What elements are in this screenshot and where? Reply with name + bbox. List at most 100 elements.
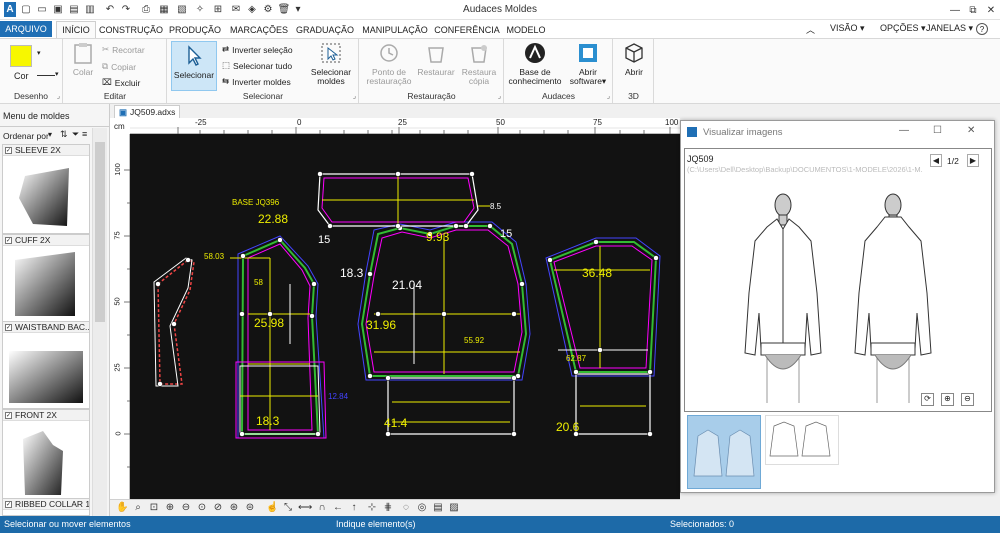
thumbnail-selected[interactable] xyxy=(687,415,761,489)
restore-point-button[interactable]: Ponto de restauração xyxy=(364,41,414,86)
layer-icon[interactable]: ▤ xyxy=(432,502,444,514)
minimize-button[interactable]: — xyxy=(946,0,964,20)
color-label: Cor xyxy=(14,71,29,81)
snap-icon[interactable]: ⊹ xyxy=(366,502,378,514)
tab-marcacoes[interactable]: MARCAÇÕES xyxy=(228,22,290,38)
zoom-selected-icon[interactable]: ⊛ xyxy=(228,502,240,514)
mold-checkbox[interactable]: ✓ xyxy=(5,236,12,244)
viewer-maximize-button[interactable]: ☐ xyxy=(933,125,942,136)
mold-card[interactable]: ✓ RIBBED COLLAR 1X xyxy=(2,498,90,516)
restore-copy-button[interactable]: Restaura cópia xyxy=(458,41,500,86)
tab-graduacao[interactable]: GRADUAÇÃO xyxy=(294,22,356,38)
arrow-up-icon[interactable]: ↑ xyxy=(348,502,360,514)
menu-janelas[interactable]: JANELAS ▾ xyxy=(926,23,973,34)
mold-checkbox[interactable]: ✓ xyxy=(5,500,12,508)
magnet-icon[interactable]: ∩ xyxy=(316,502,328,514)
tab-inicio[interactable]: INÍCIO xyxy=(56,21,96,38)
mold-checkbox[interactable]: ✓ xyxy=(5,411,12,419)
arrow-left-icon[interactable]: ← xyxy=(332,502,344,514)
rotate-icon[interactable]: ⟳ xyxy=(921,393,934,406)
ribbon-tabs: ARQUIVO INÍCIO CONSTRUÇÃO PRODUÇÃO MARCA… xyxy=(0,20,1000,38)
group-expand-icon[interactable]: ⌟ xyxy=(607,92,610,100)
zoom-window-icon[interactable]: ⊡ xyxy=(148,502,160,514)
zoom-previous-icon[interactable]: ⊘ xyxy=(212,502,224,514)
select-all-label: Selecionar tudo xyxy=(233,60,293,71)
invert-molds-icon: ⇆ xyxy=(222,76,230,86)
group-expand-icon[interactable]: ⌟ xyxy=(57,92,60,100)
cut-button[interactable]: ✂ Recortar xyxy=(102,44,145,55)
select-molds-button[interactable]: Selecionar moldes xyxy=(308,41,354,86)
picture-icon[interactable]: ▨ xyxy=(448,502,460,514)
hand-pan-icon[interactable]: ✋ xyxy=(116,502,128,514)
point-icon[interactable]: ◌ xyxy=(400,502,412,514)
molds-scrollbar[interactable] xyxy=(92,128,107,516)
title-bar: A ▢ ▭ ▣ ▤ ▥ ↶ ↷ ⎙ ▦ ▧ ✧ ⊞ ✉ ◈ ⚙ 🗑 ▾ Auda… xyxy=(0,0,1000,20)
viewer-close-button[interactable]: ✕ xyxy=(967,125,975,136)
menu-visao[interactable]: VISÃO ▾ xyxy=(830,23,865,34)
menu-collapse-icon[interactable]: ︿ xyxy=(806,23,815,36)
zoom-fit-icon[interactable]: ⊙ xyxy=(196,502,208,514)
mold-checkbox[interactable]: ✓ xyxy=(5,323,12,331)
menu-opcoes[interactable]: OPÇÕES ▾ xyxy=(880,23,926,34)
tab-modelo[interactable]: MODELO xyxy=(504,22,548,38)
zoom-all-icon[interactable]: ⊜ xyxy=(244,502,256,514)
vertical-ruler[interactable]: 100 75 50 25 0 xyxy=(110,134,130,499)
restore-button[interactable]: Restaurar xyxy=(416,41,456,77)
midpoint-icon[interactable]: ◎ xyxy=(416,502,428,514)
tab-conferencia[interactable]: CONFERÊNCIA xyxy=(434,22,500,38)
delete-button[interactable]: ⌧ Excluir xyxy=(102,77,140,88)
maximize-button[interactable]: ⧉ xyxy=(964,0,982,20)
zoom-icon[interactable]: ⌕ xyxy=(132,502,144,514)
line-style-icon[interactable] xyxy=(37,75,55,76)
select-molds-label: Selecionar moldes xyxy=(310,67,352,86)
paste-button[interactable]: Colar xyxy=(68,41,98,77)
thumbnail-image-2[interactable] xyxy=(765,415,839,465)
tab-manipulacao[interactable]: MANIPULAÇÃO xyxy=(360,22,430,38)
filter-icon[interactable]: ⏷ xyxy=(72,129,79,140)
group-expand-icon[interactable]: ⌟ xyxy=(498,92,501,100)
document-tab[interactable]: ▣ JQ509.adxs xyxy=(114,105,181,118)
copy-button[interactable]: ⧉ Copiar xyxy=(102,61,136,72)
measure-icon[interactable]: ⤡ xyxy=(282,502,294,514)
ruler-tool-icon[interactable]: ⟷ xyxy=(298,502,312,514)
help-button[interactable]: ? xyxy=(976,23,988,35)
knowledge-base-button[interactable]: Base de conhecimento xyxy=(507,41,563,86)
mold-card[interactable]: ✓ SLEEVE 2X xyxy=(2,144,90,234)
sort-icon[interactable]: ⇅ xyxy=(60,129,68,140)
grid-snap-icon[interactable]: ⋕ xyxy=(382,502,394,514)
tab-producao[interactable]: PRODUÇÃO xyxy=(166,22,224,38)
zoom-in-icon[interactable]: ⊕ xyxy=(941,393,954,406)
select-all-button[interactable]: ⬚ Selecionar tudo xyxy=(222,60,292,71)
close-button[interactable]: ✕ xyxy=(982,0,1000,20)
scrollbar-thumb[interactable] xyxy=(95,142,105,322)
sort-dropdown-icon[interactable]: ▾ xyxy=(48,130,52,139)
color-dropdown-icon[interactable]: ▾ xyxy=(37,49,41,57)
hamburger-icon[interactable]: ≡ xyxy=(82,129,87,139)
mold-card[interactable]: ✓ FRONT 2X xyxy=(2,409,90,499)
mold-card[interactable]: ✓ WAISTBAND BAC... xyxy=(2,321,90,409)
previous-image-button[interactable]: ◀ xyxy=(930,154,942,167)
tab-construcao[interactable]: CONSTRUÇÃO xyxy=(99,22,163,38)
group-expand-icon[interactable]: ⌟ xyxy=(353,92,356,100)
invert-selection-button[interactable]: ⇄ Inverter seleção xyxy=(222,44,293,55)
tab-arquivo[interactable]: ARQUIVO xyxy=(0,21,52,37)
pattern-drawing-canvas[interactable]: BASE JQ396 22.88 15 58.03 18.3 58 25.98 … xyxy=(130,134,680,499)
open-software-button[interactable]: Abrir software▾ xyxy=(565,41,611,86)
copy-label: Copiar xyxy=(111,61,137,72)
horizontal-ruler[interactable]: -25 0 25 50 75 100 xyxy=(130,118,680,134)
invert-molds-button[interactable]: ⇆ Inverter moldes xyxy=(222,76,291,87)
select-button[interactable]: Selecionar xyxy=(171,41,217,91)
viewer-minimize-button[interactable]: — xyxy=(899,125,909,136)
zoom-in-icon[interactable]: ⊕ xyxy=(164,502,176,514)
next-image-button[interactable]: ▶ xyxy=(967,154,979,167)
group-label-audaces: Audaces xyxy=(541,91,576,101)
zoom-out-icon[interactable]: ⊖ xyxy=(180,502,192,514)
measurement-label: 15 xyxy=(500,228,513,240)
color-swatch[interactable] xyxy=(10,45,32,67)
mold-checkbox[interactable]: ✓ xyxy=(5,146,12,154)
open-3d-button[interactable]: Abrir xyxy=(618,41,650,77)
mold-card[interactable]: ✓ CUFF 2X xyxy=(2,234,90,324)
line-style-dropdown-icon[interactable]: ▾ xyxy=(55,70,59,78)
zoom-out-icon[interactable]: ⊖ xyxy=(961,393,974,406)
hand-tool-icon[interactable]: ☝ xyxy=(266,502,278,514)
